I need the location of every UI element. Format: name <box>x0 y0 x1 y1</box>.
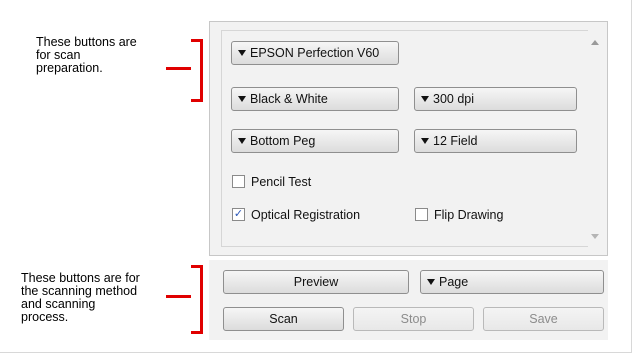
flip-drawing-label: Flip Drawing <box>434 208 504 222</box>
scanner-select[interactable]: EPSON Perfection V60 <box>231 41 399 65</box>
save-button[interactable]: Save <box>483 307 604 331</box>
scroll-down-icon[interactable] <box>591 234 599 239</box>
flip-drawing-checkbox[interactable]: Flip Drawing <box>415 207 503 223</box>
scan-button[interactable]: Scan <box>223 307 344 331</box>
scan-method-value: Page <box>439 275 469 289</box>
annotation-bracket-bottom-stem <box>166 295 191 298</box>
scroll-up-icon[interactable] <box>591 40 599 45</box>
chevron-down-icon <box>238 137 246 144</box>
chevron-down-icon <box>238 49 246 56</box>
peg-value: Bottom Peg <box>250 134 316 148</box>
scan-method-select[interactable]: Page <box>420 270 604 294</box>
stop-button[interactable]: Stop <box>353 307 474 331</box>
color-mode-select[interactable]: Black & White <box>231 87 399 111</box>
annotation-scanning-process: These buttons are for the scanning metho… <box>21 272 140 324</box>
stop-button-label: Stop <box>400 312 427 326</box>
annotation-bracket-bottom <box>191 265 203 334</box>
scanner-select-value: EPSON Perfection V60 <box>250 46 380 60</box>
peg-select[interactable]: Bottom Peg <box>231 129 399 153</box>
preview-button-label: Preview <box>293 275 339 289</box>
scrollbar[interactable] <box>588 30 602 247</box>
annotation-line: process. <box>21 310 69 324</box>
optical-registration-label: Optical Registration <box>251 208 361 222</box>
scan-button-label: Scan <box>269 312 298 326</box>
chevron-down-icon <box>427 278 435 285</box>
save-button-label: Save <box>529 312 558 326</box>
chevron-down-icon <box>238 95 246 102</box>
pencil-test-checkbox[interactable]: Pencil Test <box>232 174 311 190</box>
annotation-bracket-top-stem <box>166 67 191 70</box>
checkbox-unchecked-icon[interactable] <box>415 208 428 222</box>
field-value: 12 Field <box>433 134 478 148</box>
chevron-down-icon <box>421 95 429 102</box>
color-mode-value: Black & White <box>250 92 328 106</box>
chevron-down-icon <box>421 137 429 144</box>
checkbox-checked-icon[interactable]: ✓ <box>232 208 245 222</box>
field-select[interactable]: 12 Field <box>414 129 577 153</box>
annotation-line: preparation. <box>36 61 103 75</box>
pencil-test-label: Pencil Test <box>251 175 312 189</box>
optical-registration-checkbox[interactable]: ✓ Optical Registration <box>232 207 360 223</box>
resolution-select[interactable]: 300 dpi <box>414 87 577 111</box>
annotation-bracket-top <box>191 39 203 102</box>
annotation-scan-preparation: These buttons are for scan preparation. <box>36 36 137 75</box>
checkbox-unchecked-icon[interactable] <box>232 175 245 189</box>
resolution-value: 300 dpi <box>433 92 475 106</box>
preview-button[interactable]: Preview <box>223 270 409 294</box>
